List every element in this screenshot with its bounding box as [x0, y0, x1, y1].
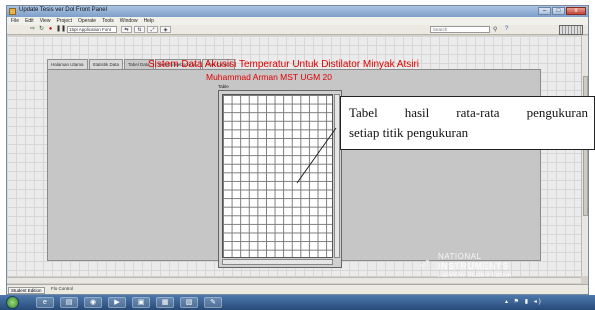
title-bar: Update Tesis ver Dol Front Panel – □ x	[7, 6, 588, 17]
callout-word: hasil	[404, 105, 430, 120]
ie-icon[interactable]: e	[36, 297, 54, 308]
menu-file[interactable]: File	[11, 17, 19, 25]
distribute-objects-button[interactable]: ⇅	[134, 26, 145, 33]
author-subtitle: Muhammad Arman MST UGM 20	[206, 72, 332, 82]
page-title: Sistem Data Akusisi Temperatur Untuk Dis…	[148, 59, 420, 70]
tab-halaman-utama[interactable]: Halaman Utama	[47, 59, 88, 69]
window-controls: – □ x	[538, 7, 586, 15]
start-button[interactable]	[6, 296, 19, 309]
tab-statistik-data[interactable]: Statistik Data	[88, 59, 124, 69]
labview-app-icon	[9, 8, 16, 15]
labview-project-icon[interactable]: ▣	[132, 297, 150, 308]
run-continuously-icon[interactable]: ↻	[38, 26, 45, 33]
callout-word: Tabel	[349, 105, 378, 120]
menu-window[interactable]: Window	[120, 17, 138, 25]
abort-icon[interactable]: ●	[47, 26, 54, 33]
callout-word: pengukuran	[526, 105, 588, 120]
callout-word: rata-rata	[456, 105, 500, 120]
maximize-button[interactable]: □	[552, 7, 565, 15]
annotation-callout: Tabel hasil rata-rata pengukuran setiap …	[340, 96, 595, 150]
menu-view[interactable]: View	[40, 17, 51, 25]
minimize-button[interactable]: –	[538, 7, 551, 15]
font-select[interactable]: 15pt Application Font	[67, 26, 117, 33]
menu-edit[interactable]: Edit	[25, 17, 34, 25]
windows-taskbar: e ▤ ◉ ▶ ▣ ▦ ▧ ✎ ▴ ⚑ ▮ ◂)	[0, 295, 595, 310]
ni-logo-line3: LabVIEW Student Edition	[438, 272, 512, 279]
close-button[interactable]: x	[566, 7, 586, 15]
ni-eagle-icon: ➶	[418, 256, 432, 273]
callout-line1: Tabel hasil rata-rata pengukuran	[349, 103, 588, 123]
callout-line2: setiap titik pengukuran	[349, 125, 469, 140]
menu-bar: File Edit View Project Operate Tools Win…	[7, 17, 588, 25]
window-title: Update Tesis ver Dol Front Panel	[19, 7, 107, 13]
search-icon[interactable]: ⚲	[493, 26, 497, 33]
explorer-icon[interactable]: ▤	[60, 297, 78, 308]
resize-objects-button[interactable]: ⤢	[147, 26, 158, 33]
chrome-icon[interactable]: ◉	[84, 297, 102, 308]
media-player-icon[interactable]: ▶	[108, 297, 126, 308]
run-arrow-icon[interactable]: ⇨	[29, 26, 36, 33]
status-label: Flo Control	[51, 286, 74, 291]
menu-operate[interactable]: Operate	[78, 17, 96, 25]
toolbar: ⇨ ↻ ● ❚❚ 15pt Application Font ⇆ ⇅ ⤢ ◈ S…	[7, 25, 588, 35]
ni-logo-line2: INSTRUMENTS	[438, 261, 509, 271]
table-label: Table	[218, 84, 229, 89]
status-bar: Student Edition Flo Control	[7, 284, 588, 294]
reorder-button[interactable]: ◈	[160, 26, 171, 33]
menu-help[interactable]: Help	[144, 17, 154, 25]
pause-icon[interactable]: ❚❚	[56, 26, 66, 33]
labview-diagram-icon[interactable]: ▦	[156, 297, 174, 308]
paint-icon[interactable]: ✎	[204, 297, 222, 308]
status-project-label: Student Edition	[8, 287, 45, 294]
table-horizontal-scrollbar[interactable]	[222, 259, 333, 265]
help-icon[interactable]: ?	[505, 26, 508, 32]
labview-panel-icon[interactable]: ▧	[180, 297, 198, 308]
data-table	[218, 90, 342, 268]
connector-pane-icon[interactable]	[559, 25, 583, 35]
system-tray-icons[interactable]: ▴ ⚑ ▮ ◂)	[505, 298, 543, 305]
ni-logo-line1: NATIONAL	[438, 252, 482, 261]
clock[interactable]	[567, 297, 568, 307]
menu-tools[interactable]: Tools	[102, 17, 114, 25]
align-objects-button[interactable]: ⇆	[121, 26, 132, 33]
search-input[interactable]: Search	[430, 26, 490, 33]
menu-project[interactable]: Project	[56, 17, 72, 25]
vertical-scrollbar[interactable]	[581, 36, 588, 276]
table-cells[interactable]	[222, 94, 333, 258]
